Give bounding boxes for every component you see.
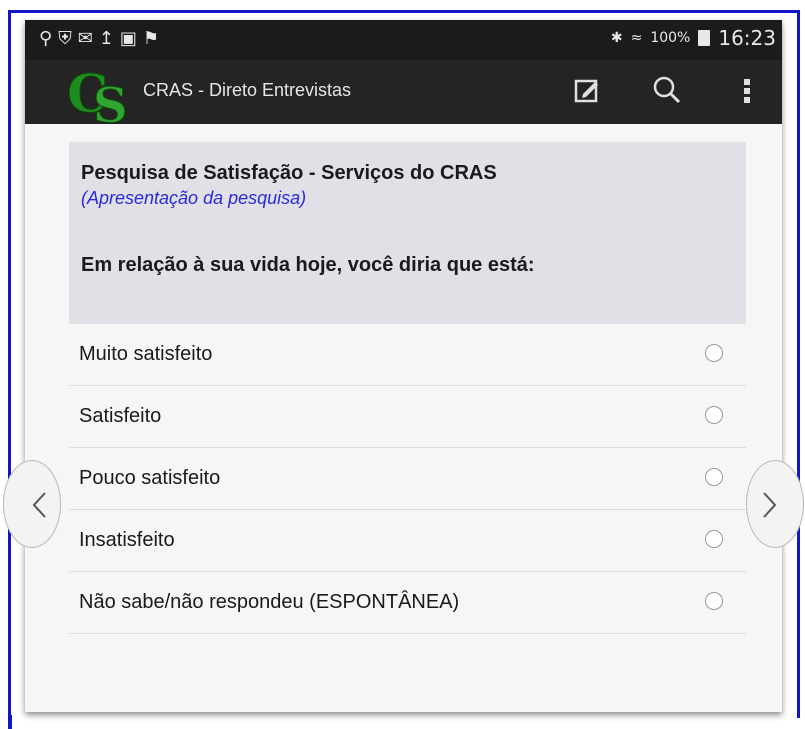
battery-icon <box>698 30 711 46</box>
app-title: CRAS - Direto Entrevistas <box>143 80 352 100</box>
app-logo: C S <box>67 64 129 124</box>
image-icon: ▣ <box>119 28 137 49</box>
survey-content: Pesquisa de Satisfação - Serviços do CRA… <box>25 124 782 712</box>
flag-icon: ⚑ <box>142 28 160 49</box>
survey-subtitle[interactable]: (Apresentação da pesquisa) <box>81 188 306 209</box>
radio-button[interactable] <box>705 406 723 424</box>
radio-button[interactable] <box>705 592 723 610</box>
shield-icon: ⛨ <box>58 28 72 49</box>
battery-percent: 100% <box>650 30 691 46</box>
wifi-icon: ≈ <box>630 30 643 46</box>
previous-arrow-icon <box>32 492 46 518</box>
radio-button[interactable] <box>705 344 723 362</box>
question-header: Pesquisa de Satisfação - Serviços do CRA… <box>69 142 746 324</box>
edit-icon[interactable] <box>571 74 603 106</box>
option-label: Insatisfeito <box>79 529 175 551</box>
frame-edge <box>8 715 12 729</box>
bluetooth-icon: ✱ <box>610 30 623 46</box>
option-label: Pouco satisfeito <box>79 467 221 489</box>
survey-title: Pesquisa de Satisfação - Serviços do CRA… <box>81 162 497 184</box>
search-icon[interactable] <box>651 74 683 106</box>
option-satisfeito[interactable]: Satisfeito <box>69 386 746 448</box>
upload-icon: ↥ <box>98 28 114 49</box>
option-insatisfeito[interactable]: Insatisfeito <box>69 510 746 572</box>
notification-icons: ⚲ ⛨ ✉ ↥ ▣ ⚑ <box>39 28 159 49</box>
option-pouco-satisfeito[interactable]: Pouco satisfeito <box>69 448 746 510</box>
svg-text:S: S <box>93 78 128 124</box>
next-button[interactable] <box>746 460 804 548</box>
option-muito-satisfeito[interactable]: Muito satisfeito <box>69 324 746 386</box>
answer-options: Muito satisfeito Satisfeito Pouco satisf… <box>69 324 746 634</box>
previous-button[interactable] <box>3 460 61 548</box>
device-screen: ⚲ ⛨ ✉ ↥ ▣ ⚑ ✱ ≈ 100% 16:23 C S CRAS - Di… <box>3 20 804 712</box>
question-text: Em relação à sua vida hoje, você diria q… <box>81 254 535 276</box>
clock: 16:23 <box>718 26 776 50</box>
system-icons: ✱ ≈ 100% 16:23 <box>611 26 776 50</box>
radio-button[interactable] <box>705 468 723 486</box>
option-label: Não sabe/não respondeu (ESPONTÂNEA) <box>79 591 460 613</box>
status-bar: ⚲ ⛨ ✉ ↥ ▣ ⚑ ✱ ≈ 100% 16:23 <box>25 20 782 60</box>
radio-button[interactable] <box>705 530 723 548</box>
option-label: Satisfeito <box>79 405 162 427</box>
usb-icon: ⚲ <box>39 28 53 49</box>
next-arrow-icon <box>763 492 777 518</box>
option-nao-sabe[interactable]: Não sabe/não respondeu (ESPONTÂNEA) <box>69 572 746 634</box>
mail-icon: ✉ <box>77 28 93 49</box>
overflow-menu-icon[interactable] <box>731 74 763 106</box>
action-bar: C S CRAS - Direto Entrevistas <box>25 60 782 124</box>
option-label: Muito satisfeito <box>79 343 213 365</box>
